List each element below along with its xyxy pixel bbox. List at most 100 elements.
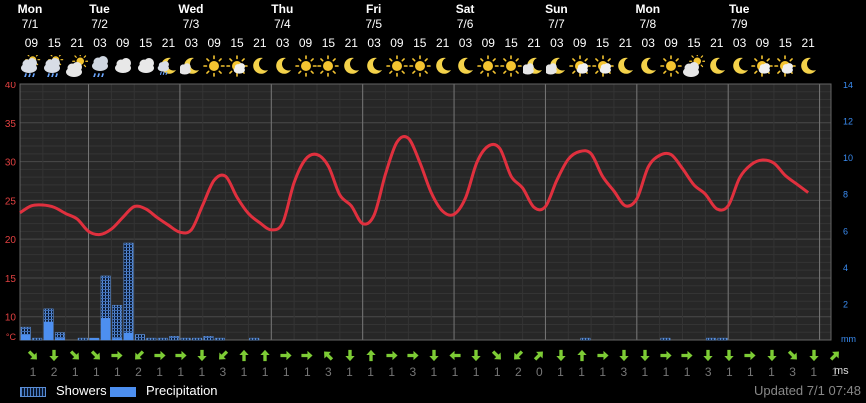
- wind-arrow-icon: [534, 351, 544, 361]
- moon-icon: [618, 57, 634, 74]
- wind-speed-value: 1: [388, 365, 396, 379]
- wind-arrow-icon: [724, 349, 734, 362]
- moon-cloud-icon: [180, 57, 200, 75]
- showers-bar: [717, 337, 728, 341]
- precipitation-bar: [112, 338, 122, 340]
- wind-speed-value: 1: [472, 365, 480, 379]
- day-date: 7/3: [182, 17, 200, 31]
- precip-tick-label: 2: [843, 299, 848, 309]
- precipitation-bar: [89, 338, 99, 340]
- wind-speed-value: 2: [135, 365, 142, 379]
- wind-arrow-icon: [429, 349, 439, 362]
- showers-bar: [134, 334, 145, 341]
- day-date: 7/2: [91, 17, 108, 31]
- day-date: 7/7: [548, 17, 565, 31]
- sun-icon: [294, 55, 317, 77]
- precipitation-bar: [43, 321, 54, 340]
- hour-label: 21: [161, 36, 176, 50]
- sun-cloud-icon: [591, 55, 614, 77]
- wind-speed-value: 1: [557, 365, 564, 379]
- legend-showers-label: Showers: [56, 383, 107, 398]
- wind-speed-value: 1: [92, 365, 100, 379]
- wind-speed-value: 3: [219, 365, 227, 379]
- legend-showers: Showers: [20, 383, 107, 398]
- moon-icon: [641, 57, 657, 74]
- wind-speed-value: 1: [747, 365, 754, 379]
- wind-speed-value: 3: [325, 365, 332, 379]
- wind-arrow-icon: [218, 350, 229, 360]
- day-date: 7/8: [639, 17, 657, 31]
- moon-icon: [458, 57, 474, 74]
- hour-label: 09: [664, 36, 678, 50]
- wind-speed-value: 3: [704, 365, 712, 379]
- wind-speed-value: 1: [198, 365, 206, 379]
- precipitation-swatch: [110, 386, 136, 397]
- hour-label: 03: [276, 36, 290, 50]
- wind-arrow-icon: [514, 350, 524, 360]
- precipitation-bar: [123, 332, 134, 340]
- wind-speed-value: 3: [409, 365, 417, 379]
- sun-icon: [317, 55, 340, 77]
- wind-arrow-icon: [744, 350, 756, 361]
- temp-tick-label: 15: [5, 274, 17, 285]
- sun-icon: [386, 55, 408, 77]
- hour-label: 09: [298, 36, 313, 50]
- wind-arrow-icon: [555, 349, 566, 362]
- hour-label: 15: [47, 36, 61, 50]
- moon-icon: [253, 57, 268, 74]
- precip-tick-label: 4: [843, 263, 848, 273]
- wind-speed-value: 1: [71, 365, 79, 379]
- wind-speed-value: 1: [810, 365, 818, 379]
- chart-grid: [19, 83, 832, 341]
- wind-arrow-icon: [619, 349, 629, 362]
- hour-label: 21: [253, 36, 267, 50]
- sun-cloud-icon: [226, 55, 248, 77]
- hour-label: 21: [527, 36, 541, 50]
- precipitation-bar: [55, 338, 65, 340]
- hour-label: 15: [595, 36, 610, 50]
- legend-precipitation-label: Precipitation: [146, 383, 218, 398]
- wind-speed-value: 1: [240, 365, 248, 379]
- showers-bar: [32, 337, 43, 341]
- precipitation-bar: [100, 318, 111, 340]
- hour-label: 21: [70, 36, 84, 50]
- wind-arrow-icon: [301, 350, 313, 361]
- wind-speed-value: 1: [303, 365, 311, 379]
- moon-icon: [275, 57, 291, 74]
- wind-speed-value: 1: [599, 365, 607, 379]
- hour-label: 03: [550, 36, 564, 50]
- wind-arrow-icon: [49, 349, 59, 362]
- moon-icon: [709, 57, 725, 74]
- temp-tick-label: 10: [5, 313, 17, 324]
- day-name: Fri: [366, 2, 382, 16]
- legend-precipitation: Precipitation: [110, 383, 218, 398]
- sun-icon: [203, 55, 225, 77]
- partly-cloudy-sun-icon: [66, 55, 89, 77]
- showers-bar: [706, 337, 717, 341]
- wind-arrow-icon: [175, 350, 187, 361]
- hour-label: 21: [710, 36, 724, 50]
- day-name: Sat: [455, 2, 475, 16]
- hour-label: 15: [230, 36, 244, 50]
- wind-arrow-icon: [197, 349, 207, 362]
- sun-icon: [408, 55, 431, 77]
- wind-arrow-icon: [324, 351, 334, 361]
- wind-speed-value: 1: [29, 365, 37, 379]
- day-name: Mon: [17, 2, 43, 16]
- hour-label: 03: [367, 36, 381, 50]
- hour-label: 03: [93, 36, 107, 50]
- wind-speed-value: 1: [367, 365, 374, 379]
- cloud-icon: [137, 58, 154, 73]
- showers-bar: [249, 337, 260, 341]
- hour-label: 15: [138, 36, 153, 50]
- forecast-chart: 10 15 20 25 30 35 40 °C 2 4 6 8 10 12 14 mm: [5, 82, 856, 344]
- precip-tick-label: 14: [843, 82, 853, 90]
- wind-arrow-icon: [239, 349, 249, 362]
- wind-speed-value: 1: [768, 365, 775, 379]
- moon-icon: [435, 57, 451, 74]
- wind-arrow-icon: [660, 350, 672, 361]
- temp-tick-label: 25: [5, 196, 17, 207]
- wind-speed-value: 1: [177, 365, 185, 379]
- wind-speed-value: 1: [725, 365, 733, 379]
- moon-icon: [732, 57, 748, 74]
